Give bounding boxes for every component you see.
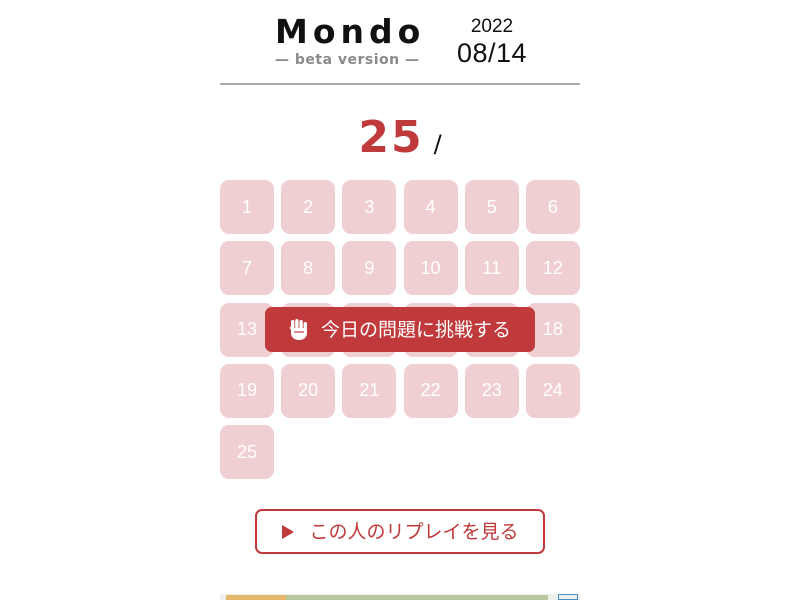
day-cell[interactable]: 20 bbox=[281, 363, 336, 418]
day-cell[interactable]: 1 bbox=[220, 180, 274, 234]
day-cell[interactable]: 7 bbox=[220, 241, 274, 296]
watch-replay-button[interactable]: この人のリプレイを見る bbox=[255, 509, 545, 554]
logo-title: Mondo bbox=[275, 12, 426, 51]
challenge-today-button[interactable]: 今日の問題に挑戦する bbox=[265, 307, 535, 352]
day-cell[interactable]: 8 bbox=[281, 241, 336, 296]
raised-fist-icon bbox=[289, 318, 309, 341]
date-year: 2022 bbox=[470, 16, 514, 37]
day-cell[interactable]: 24 bbox=[525, 363, 580, 418]
day-cell[interactable]: 10 bbox=[403, 241, 458, 296]
day-cell[interactable]: 3 bbox=[342, 180, 397, 234]
date-display: 2022 08/14 bbox=[452, 16, 532, 68]
progress-indicator: 25 / bbox=[220, 112, 580, 168]
day-cell[interactable]: 19 bbox=[220, 363, 274, 418]
date-month-day: 08/14 bbox=[456, 38, 528, 68]
replay-button-label: この人のリプレイを見る bbox=[309, 520, 519, 543]
ad-image-accent bbox=[226, 595, 286, 600]
day-cell[interactable]: 4 bbox=[403, 180, 458, 234]
day-cell[interactable]: 21 bbox=[342, 363, 397, 418]
header-divider bbox=[220, 83, 580, 85]
day-cell[interactable]: 25 bbox=[220, 425, 274, 480]
adchoices-icon[interactable] bbox=[558, 594, 578, 600]
day-cell[interactable]: 2 bbox=[281, 180, 336, 234]
progress-separator: / bbox=[433, 130, 442, 158]
progress-count: 25 bbox=[358, 112, 424, 163]
day-cell[interactable]: 23 bbox=[464, 363, 519, 418]
day-cell[interactable]: 9 bbox=[342, 241, 397, 296]
logo[interactable]: Mondo — beta version — bbox=[275, 12, 426, 68]
day-cell[interactable]: 5 bbox=[464, 180, 519, 234]
play-icon bbox=[281, 524, 295, 540]
challenge-button-label: 今日の問題に挑戦する bbox=[320, 318, 511, 341]
day-cell[interactable]: 12 bbox=[525, 241, 580, 296]
ad-banner[interactable] bbox=[220, 594, 580, 600]
logo-subtitle: — beta version — bbox=[275, 52, 420, 68]
app-header: Mondo — beta version — 2022 08/14 bbox=[220, 0, 580, 85]
day-cell[interactable]: 6 bbox=[525, 180, 580, 234]
day-cell[interactable]: 22 bbox=[403, 363, 458, 418]
day-cell[interactable]: 11 bbox=[464, 241, 519, 296]
